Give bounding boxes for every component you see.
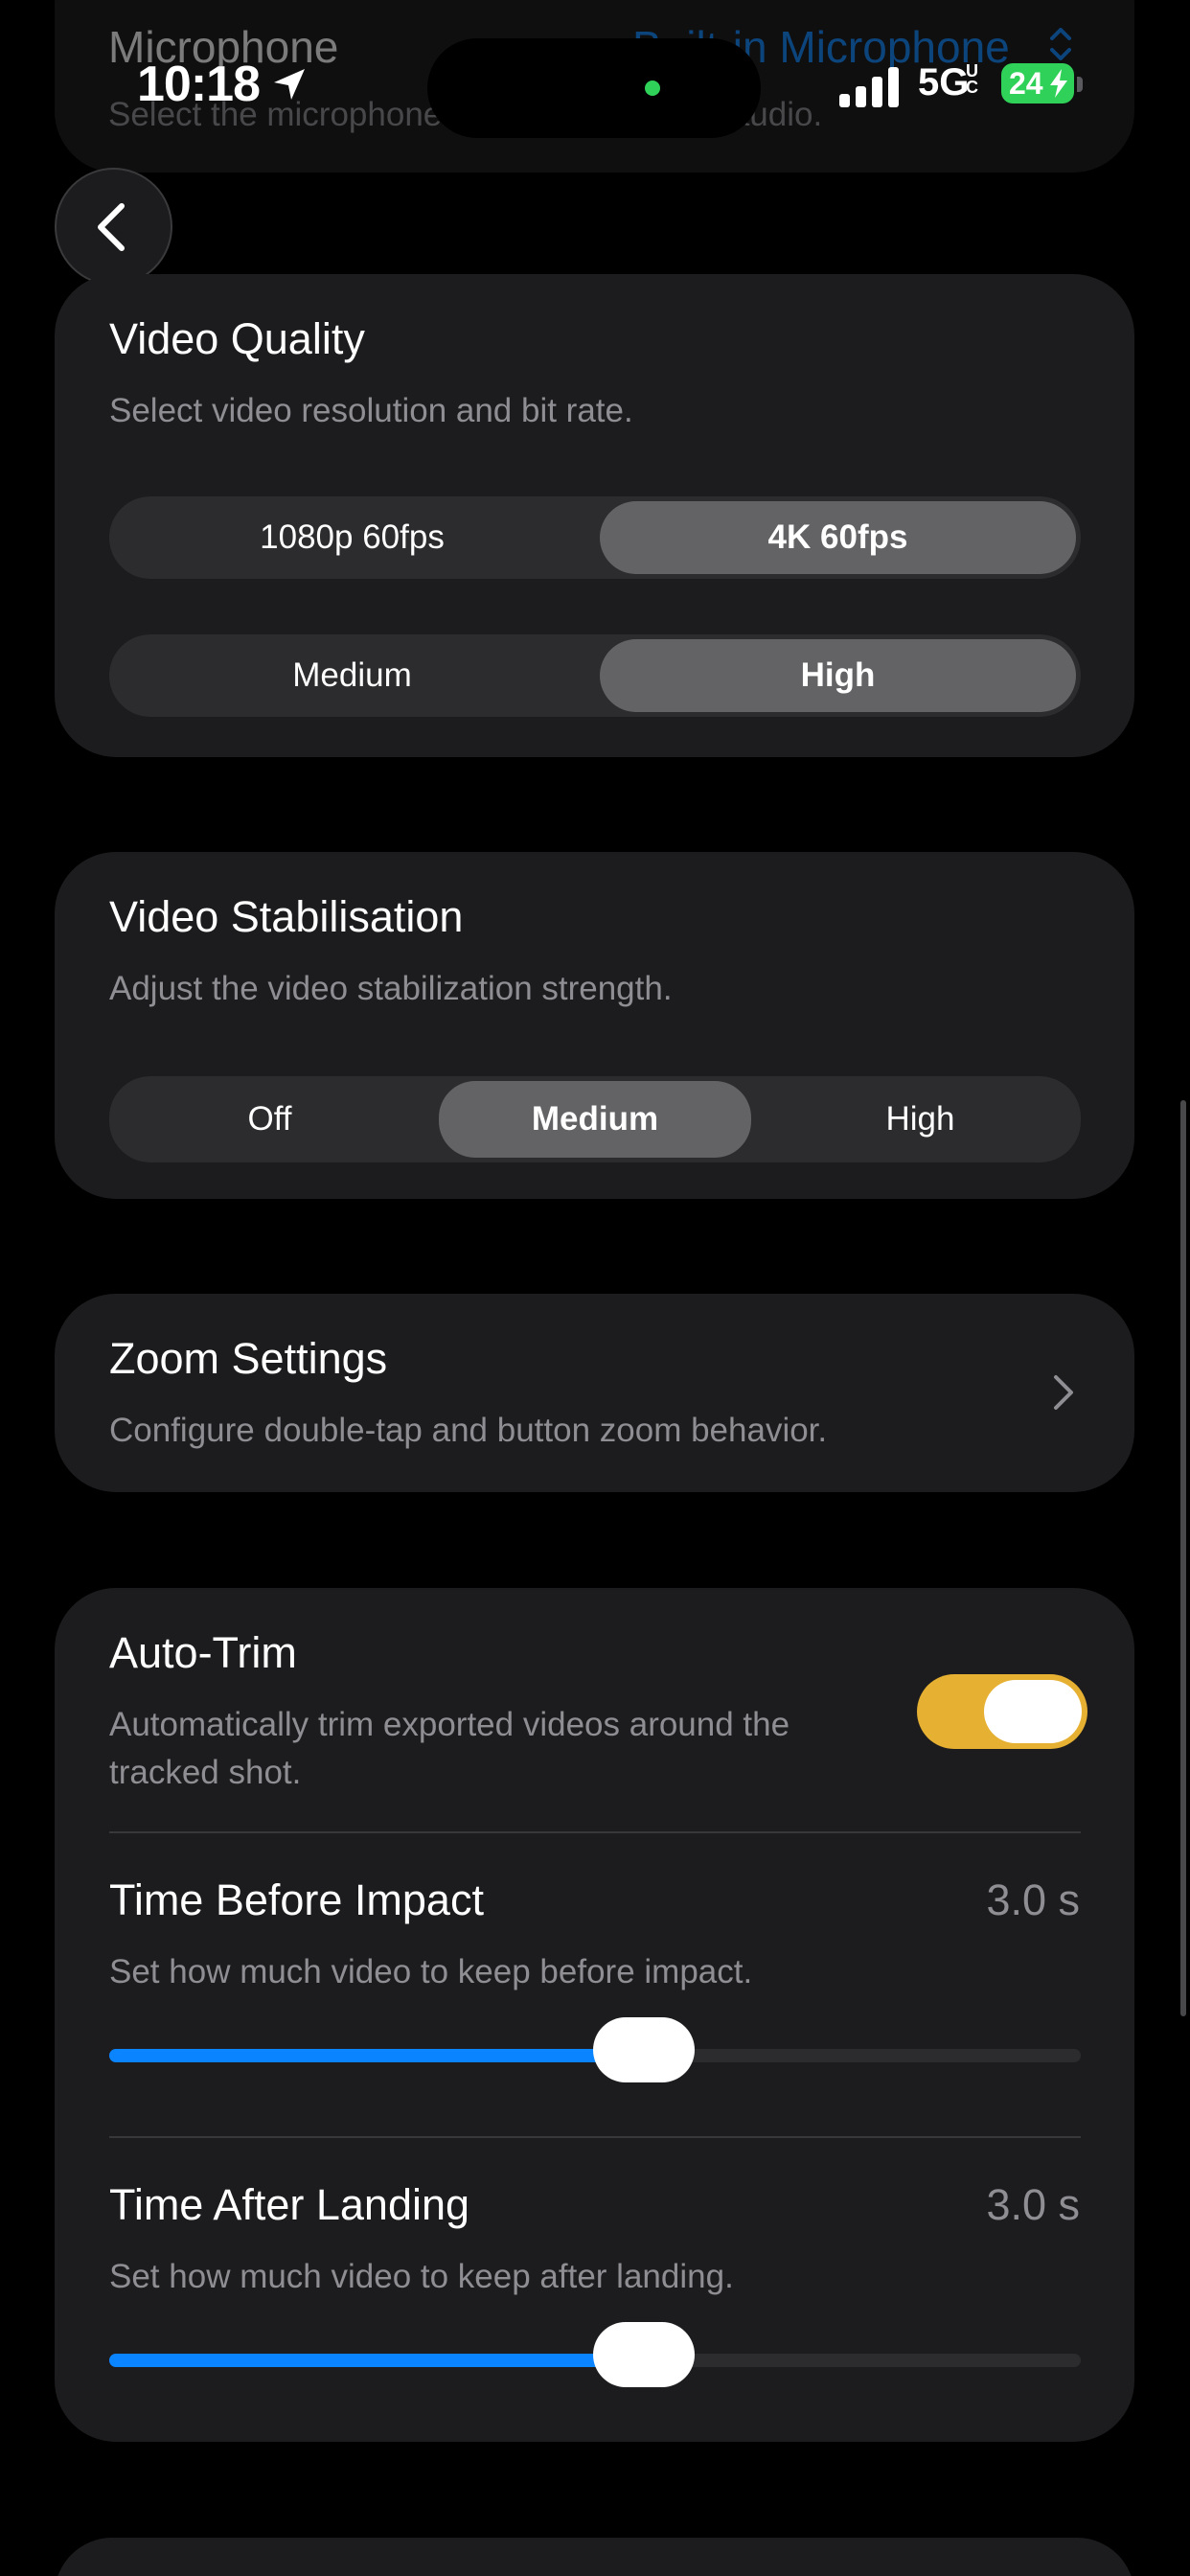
cellular-signal-icon: [839, 67, 899, 107]
zoom-settings-title: Zoom Settings: [109, 1334, 388, 1383]
time-after-title: Time After Landing: [109, 2180, 470, 2229]
chevron-up-down-icon: [1050, 28, 1071, 60]
video-quality-subtitle: Select video resolution and bit rate.: [109, 392, 633, 429]
scroll-indicator[interactable]: [1180, 1100, 1186, 2016]
auto-trim-title: Auto-Trim: [109, 1628, 297, 1677]
stabilisation-card: Video Stabilisation Adjust the video sta…: [55, 852, 1134, 1199]
resolution-option-1080p[interactable]: 1080p 60fps: [114, 501, 590, 574]
next-settings-card: [55, 2538, 1134, 2576]
auto-trim-subtitle-line2: tracked shot.: [109, 1754, 302, 1791]
slider-thumb[interactable]: [593, 2017, 695, 2082]
stabilisation-subtitle: Adjust the video stabilization strength.: [109, 970, 673, 1007]
stabilisation-segmented-control[interactable]: Off Medium High: [109, 1076, 1081, 1162]
chevron-right-icon: [1054, 1375, 1073, 1410]
time-before-subtitle: Set how much video to keep before impact…: [109, 1953, 753, 1990]
stabilisation-option-high[interactable]: High: [765, 1081, 1076, 1158]
slider-fill: [109, 2354, 644, 2367]
resolution-option-4k[interactable]: 4K 60fps: [600, 501, 1076, 574]
resolution-segmented-control[interactable]: 1080p 60fps 4K 60fps: [109, 496, 1081, 579]
status-time: 10:18: [137, 57, 261, 112]
location-arrow-icon: [274, 69, 305, 100]
zoom-settings-subtitle: Configure double-tap and button zoom beh…: [109, 1412, 828, 1449]
stabilisation-title: Video Stabilisation: [109, 892, 464, 941]
auto-trim-subtitle-line1: Automatically trim exported videos aroun…: [109, 1706, 790, 1743]
settings-screen: Microphone Built-in Microphone Select th…: [0, 0, 1190, 2576]
camera-indicator-dot: [645, 80, 660, 96]
auto-trim-toggle[interactable]: [917, 1674, 1087, 1749]
bitrate-option-high[interactable]: High: [600, 639, 1076, 712]
divider: [109, 1831, 1081, 1833]
slider-thumb[interactable]: [593, 2322, 695, 2387]
bitrate-option-medium[interactable]: Medium: [114, 639, 590, 712]
video-quality-card: Video Quality Select video resolution an…: [55, 274, 1134, 757]
time-before-title: Time Before Impact: [109, 1875, 484, 1924]
back-button[interactable]: [55, 168, 172, 286]
charging-bolt-icon: [1050, 69, 1067, 98]
time-after-slider[interactable]: [109, 2322, 1081, 2387]
bitrate-segmented-control[interactable]: Medium High: [109, 634, 1081, 717]
video-quality-title: Video Quality: [109, 314, 365, 363]
time-after-subtitle: Set how much video to keep after landing…: [109, 2258, 734, 2295]
dynamic-island: [427, 38, 761, 138]
battery-cap: [1077, 77, 1083, 92]
time-before-slider[interactable]: [109, 2017, 1081, 2082]
network-type: 5G: [918, 61, 970, 104]
toggle-knob: [984, 1680, 1082, 1743]
time-before-value: 3.0 s: [986, 1875, 1080, 1924]
auto-trim-card: Auto-Trim Automatically trim exported vi…: [55, 1588, 1134, 2442]
network-type-sup: UC: [966, 61, 978, 97]
zoom-settings-row[interactable]: Zoom Settings Configure double-tap and b…: [55, 1294, 1134, 1492]
chevron-left-icon: [98, 203, 125, 251]
slider-fill: [109, 2049, 644, 2062]
divider: [109, 2136, 1081, 2138]
time-after-value: 3.0 s: [986, 2180, 1080, 2229]
stabilisation-option-medium[interactable]: Medium: [439, 1081, 751, 1158]
stabilisation-option-off[interactable]: Off: [114, 1081, 425, 1158]
